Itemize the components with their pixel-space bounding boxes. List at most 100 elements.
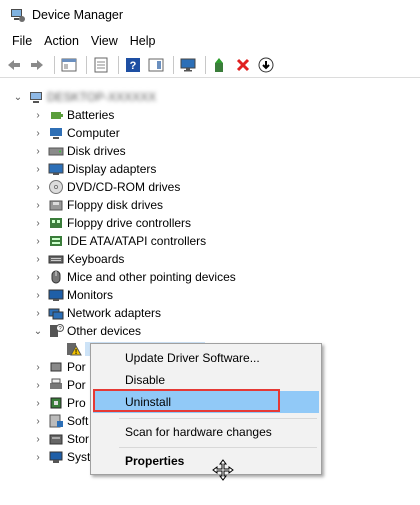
tree-item-floppy-controllers[interactable]: › Floppy drive controllers [32, 214, 191, 232]
tree-item-label: Por [67, 360, 86, 374]
computer-icon [28, 89, 44, 105]
menu-divider [119, 418, 317, 419]
ide-controller-icon [48, 233, 64, 249]
tree-root-label: DESKTOP-XXXXXX [47, 90, 157, 104]
tree-item-label: Disk drives [67, 144, 126, 158]
tree-item-label: Network adapters [67, 306, 162, 320]
floppy-controller-icon [48, 215, 64, 231]
svg-text:!: ! [75, 349, 77, 356]
chevron-right-icon[interactable]: › [32, 142, 44, 160]
menu-item-properties[interactable]: Properties [93, 450, 319, 472]
move-cursor-icon [212, 459, 234, 481]
print-icon [48, 377, 64, 393]
tree-item-dvd[interactable]: › DVD/CD-ROM drives [32, 178, 180, 196]
chevron-right-icon[interactable]: › [32, 124, 44, 142]
chevron-right-icon[interactable]: › [32, 430, 44, 448]
chevron-right-icon[interactable]: › [32, 358, 44, 376]
menu-divider [119, 447, 317, 448]
tree-item-label: Por [67, 378, 86, 392]
tree-item-disk-drives[interactable]: › Disk drives [32, 142, 126, 160]
tree-item-network-adapters[interactable]: › Network adapters [32, 304, 161, 322]
software-device-icon [48, 413, 64, 429]
tree-item-system-devices[interactable]: › Syst [32, 448, 90, 466]
menu-view[interactable]: View [85, 34, 124, 48]
chevron-right-icon[interactable]: › [32, 412, 44, 430]
chevron-down-icon[interactable]: ⌄ [12, 88, 24, 106]
action-pane-icon[interactable] [146, 55, 166, 75]
port-icon [48, 359, 64, 375]
tree-item-batteries[interactable]: › Batteries [32, 106, 114, 124]
svg-text:?: ? [130, 60, 137, 72]
uninstall-highlight-box [93, 389, 280, 412]
keyboard-icon [48, 251, 64, 267]
tree-item-label: DVD/CD-ROM drives [67, 180, 181, 194]
back-arrow-icon[interactable] [4, 55, 24, 75]
tree-item-keyboards[interactable]: › Keyboards [32, 250, 124, 268]
tree-item-processors[interactable]: › Pro [32, 394, 85, 412]
toolbar: ? [0, 52, 420, 78]
chevron-right-icon[interactable]: › [32, 250, 44, 268]
display-adapter-icon [48, 161, 64, 177]
device-manager-icon [10, 7, 26, 23]
dvd-icon [48, 179, 64, 195]
menu-item-label: Properties [125, 454, 185, 468]
show-hide-console-tree-icon[interactable] [59, 55, 79, 75]
chevron-right-icon[interactable]: › [32, 304, 44, 322]
tree-item-mice[interactable]: › Mice and other pointing devices [32, 268, 236, 286]
menu-item-disable[interactable]: Disable [93, 369, 319, 391]
tree-item-computer[interactable]: › Computer [32, 124, 119, 142]
update-driver-icon[interactable] [210, 55, 230, 75]
toolbar-separator [86, 55, 87, 74]
download-icon[interactable] [256, 55, 276, 75]
chevron-right-icon[interactable]: › [32, 232, 44, 250]
chevron-right-icon[interactable]: › [32, 286, 44, 304]
other-devices-icon: ? [48, 323, 64, 339]
menu-item-scan-hardware[interactable]: Scan for hardware changes [93, 421, 319, 443]
chevron-down-icon[interactable]: ⌄ [32, 322, 44, 340]
chevron-right-icon[interactable]: › [32, 376, 44, 394]
tree-item-storage-controllers[interactable]: › Stor [32, 430, 89, 448]
toolbar-separator [205, 55, 206, 74]
menu-help[interactable]: Help [124, 34, 162, 48]
monitor-scan-icon[interactable] [178, 55, 198, 75]
tree-root[interactable]: ⌄ DESKTOP-XXXXXX [12, 88, 156, 106]
tree-item-print-queues[interactable]: › Por [32, 376, 86, 394]
menu-file[interactable]: File [6, 34, 38, 48]
toolbar-separator [118, 55, 119, 74]
chevron-right-icon[interactable]: › [32, 160, 44, 178]
tree-item-label: Stor [67, 432, 90, 446]
monitor-icon [48, 287, 64, 303]
tree-item-label: Keyboards [67, 252, 125, 266]
chevron-right-icon[interactable]: › [32, 448, 44, 466]
chevron-right-icon[interactable]: › [32, 268, 44, 286]
chevron-right-icon[interactable]: › [32, 214, 44, 232]
disk-drive-icon [48, 143, 64, 159]
tree-item-monitors[interactable]: › Monitors [32, 286, 113, 304]
storage-icon [48, 431, 64, 447]
chevron-right-icon[interactable]: › [32, 196, 44, 214]
properties-icon[interactable] [91, 55, 111, 75]
battery-icon [48, 107, 64, 123]
tree-item-ide-controllers[interactable]: › IDE ATA/ATAPI controllers [32, 232, 206, 250]
menu-item-update-driver[interactable]: Update Driver Software... [93, 347, 319, 369]
tree-item-floppy-disk[interactable]: › Floppy disk drives [32, 196, 163, 214]
chevron-right-icon[interactable]: › [32, 394, 44, 412]
forward-arrow-icon[interactable] [27, 55, 47, 75]
window-title: Device Manager [32, 8, 124, 22]
chevron-right-icon[interactable]: › [32, 178, 44, 196]
tree-item-label: Monitors [67, 288, 114, 302]
tree-item-label: Mice and other pointing devices [67, 270, 236, 284]
tree-item-other-devices[interactable]: ⌄ ? Other devices [32, 322, 141, 340]
tree-item-display-adapters[interactable]: › Display adapters [32, 160, 156, 178]
uninstall-x-icon[interactable] [233, 55, 253, 75]
system-devices-icon [48, 449, 64, 465]
help-icon[interactable]: ? [123, 55, 143, 75]
tree-item-software-devices[interactable]: › Soft [32, 412, 88, 430]
tree-item-label: IDE ATA/ATAPI controllers [67, 234, 207, 248]
tree-item-ports[interactable]: › Por [32, 358, 86, 376]
floppy-disk-icon [48, 197, 64, 213]
chevron-right-icon[interactable]: › [32, 106, 44, 124]
tree-item-label: Other devices [67, 324, 142, 338]
menu-action[interactable]: Action [38, 34, 85, 48]
network-adapter-icon [48, 305, 64, 321]
